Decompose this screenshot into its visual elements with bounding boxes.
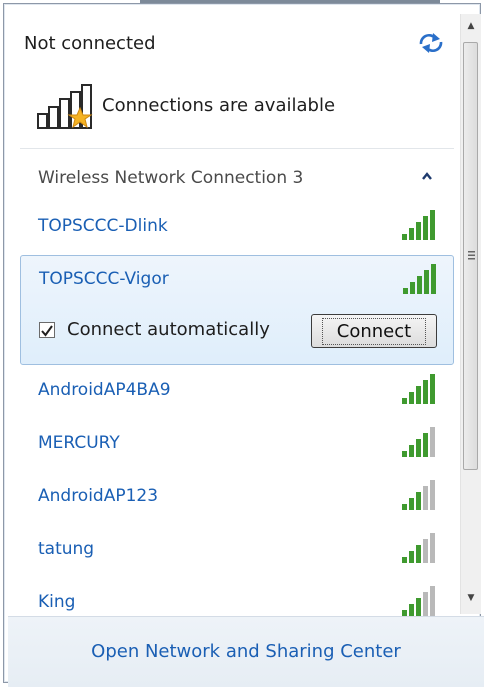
signal-bar	[423, 380, 428, 404]
signal-bar	[416, 598, 421, 616]
signal-strength-icon	[402, 586, 435, 616]
network-item[interactable]: King	[20, 578, 454, 616]
connect-automatically-checkbox[interactable]	[39, 322, 55, 338]
grip-icon	[468, 251, 475, 260]
signal-bar	[410, 282, 415, 294]
connect-button[interactable]: Connect	[311, 314, 437, 348]
signal-bar	[430, 586, 435, 616]
network-item[interactable]: AndroidAP4BA9	[20, 366, 454, 418]
signal-strength-icon	[402, 427, 435, 457]
network-name: MERCURY	[38, 433, 120, 453]
signal-bar	[430, 427, 435, 457]
signal-bar	[423, 216, 428, 240]
network-name: tatung	[38, 539, 95, 559]
signal-strength-icon	[402, 533, 435, 563]
connection-status: Not connected	[24, 33, 156, 54]
signal-bar	[403, 288, 408, 294]
signal-strength-icon	[402, 210, 435, 240]
network-item[interactable]: MERCURY	[20, 419, 454, 471]
network-name: King	[38, 592, 76, 612]
signal-bar	[417, 276, 422, 294]
network-name: TOPSCCC-Dlink	[38, 216, 168, 236]
signal-bar	[409, 498, 414, 510]
network-flyout: Not connected Connections are available …	[3, 3, 484, 687]
signal-bar	[409, 551, 414, 563]
signal-bar	[423, 433, 428, 457]
signal-bar	[416, 545, 421, 563]
divider	[20, 148, 454, 149]
signal-bar	[431, 264, 436, 294]
signal-bar	[423, 539, 428, 563]
signal-bar	[423, 486, 428, 510]
open-network-sharing-center-link[interactable]: Open Network and Sharing Center	[8, 641, 484, 662]
scrollbar-thumb[interactable]	[463, 42, 478, 470]
signal-bar	[409, 604, 414, 616]
network-item[interactable]: TOPSCCC-Dlink	[20, 202, 454, 254]
signal-strength-icon	[402, 374, 435, 404]
section-header[interactable]: Wireless Network Connection 3	[20, 154, 454, 202]
network-item-selected[interactable]: TOPSCCC-Vigor Connect automatically Conn…	[20, 255, 454, 365]
signal-bar	[402, 451, 407, 457]
signal-strength-icon	[402, 480, 435, 510]
signal-bar	[416, 386, 421, 404]
scroll-up-arrow-icon[interactable]: ▲	[463, 18, 479, 34]
scrollbar[interactable]: ▲ ▼	[460, 14, 481, 614]
connections-available-text: Connections are available	[102, 95, 336, 116]
signal-bar	[402, 398, 407, 404]
signal-strength-icon	[403, 264, 436, 294]
chevron-up-icon[interactable]	[420, 170, 434, 182]
footer: Open Network and Sharing Center	[8, 616, 484, 687]
scroll-down-arrow-icon[interactable]: ▼	[463, 590, 479, 606]
signal-bar	[416, 492, 421, 510]
signal-bar	[402, 504, 407, 510]
network-item[interactable]: AndroidAP123	[20, 472, 454, 524]
network-name: AndroidAP4BA9	[38, 380, 171, 400]
signal-bar	[402, 557, 407, 563]
signal-bar	[430, 374, 435, 404]
signal-bar	[430, 533, 435, 563]
signal-bar	[409, 392, 414, 404]
connections-available-icon	[37, 84, 93, 129]
signal-bar	[423, 592, 428, 616]
network-name: TOPSCCC-Vigor	[39, 269, 169, 289]
refresh-icon[interactable]	[417, 32, 445, 54]
signal-bar	[424, 270, 429, 294]
checkmark-icon	[41, 325, 53, 337]
signal-bar	[416, 222, 421, 240]
section-title: Wireless Network Connection 3	[38, 168, 304, 188]
network-item[interactable]: tatung	[20, 525, 454, 577]
signal-bar	[402, 234, 407, 240]
signal-bar	[416, 439, 421, 457]
signal-bar	[409, 445, 414, 457]
connect-automatically-label: Connect automatically	[67, 319, 270, 340]
signal-bar	[409, 228, 414, 240]
signal-bar	[430, 210, 435, 240]
signal-bar	[430, 480, 435, 510]
network-name: AndroidAP123	[38, 486, 159, 506]
